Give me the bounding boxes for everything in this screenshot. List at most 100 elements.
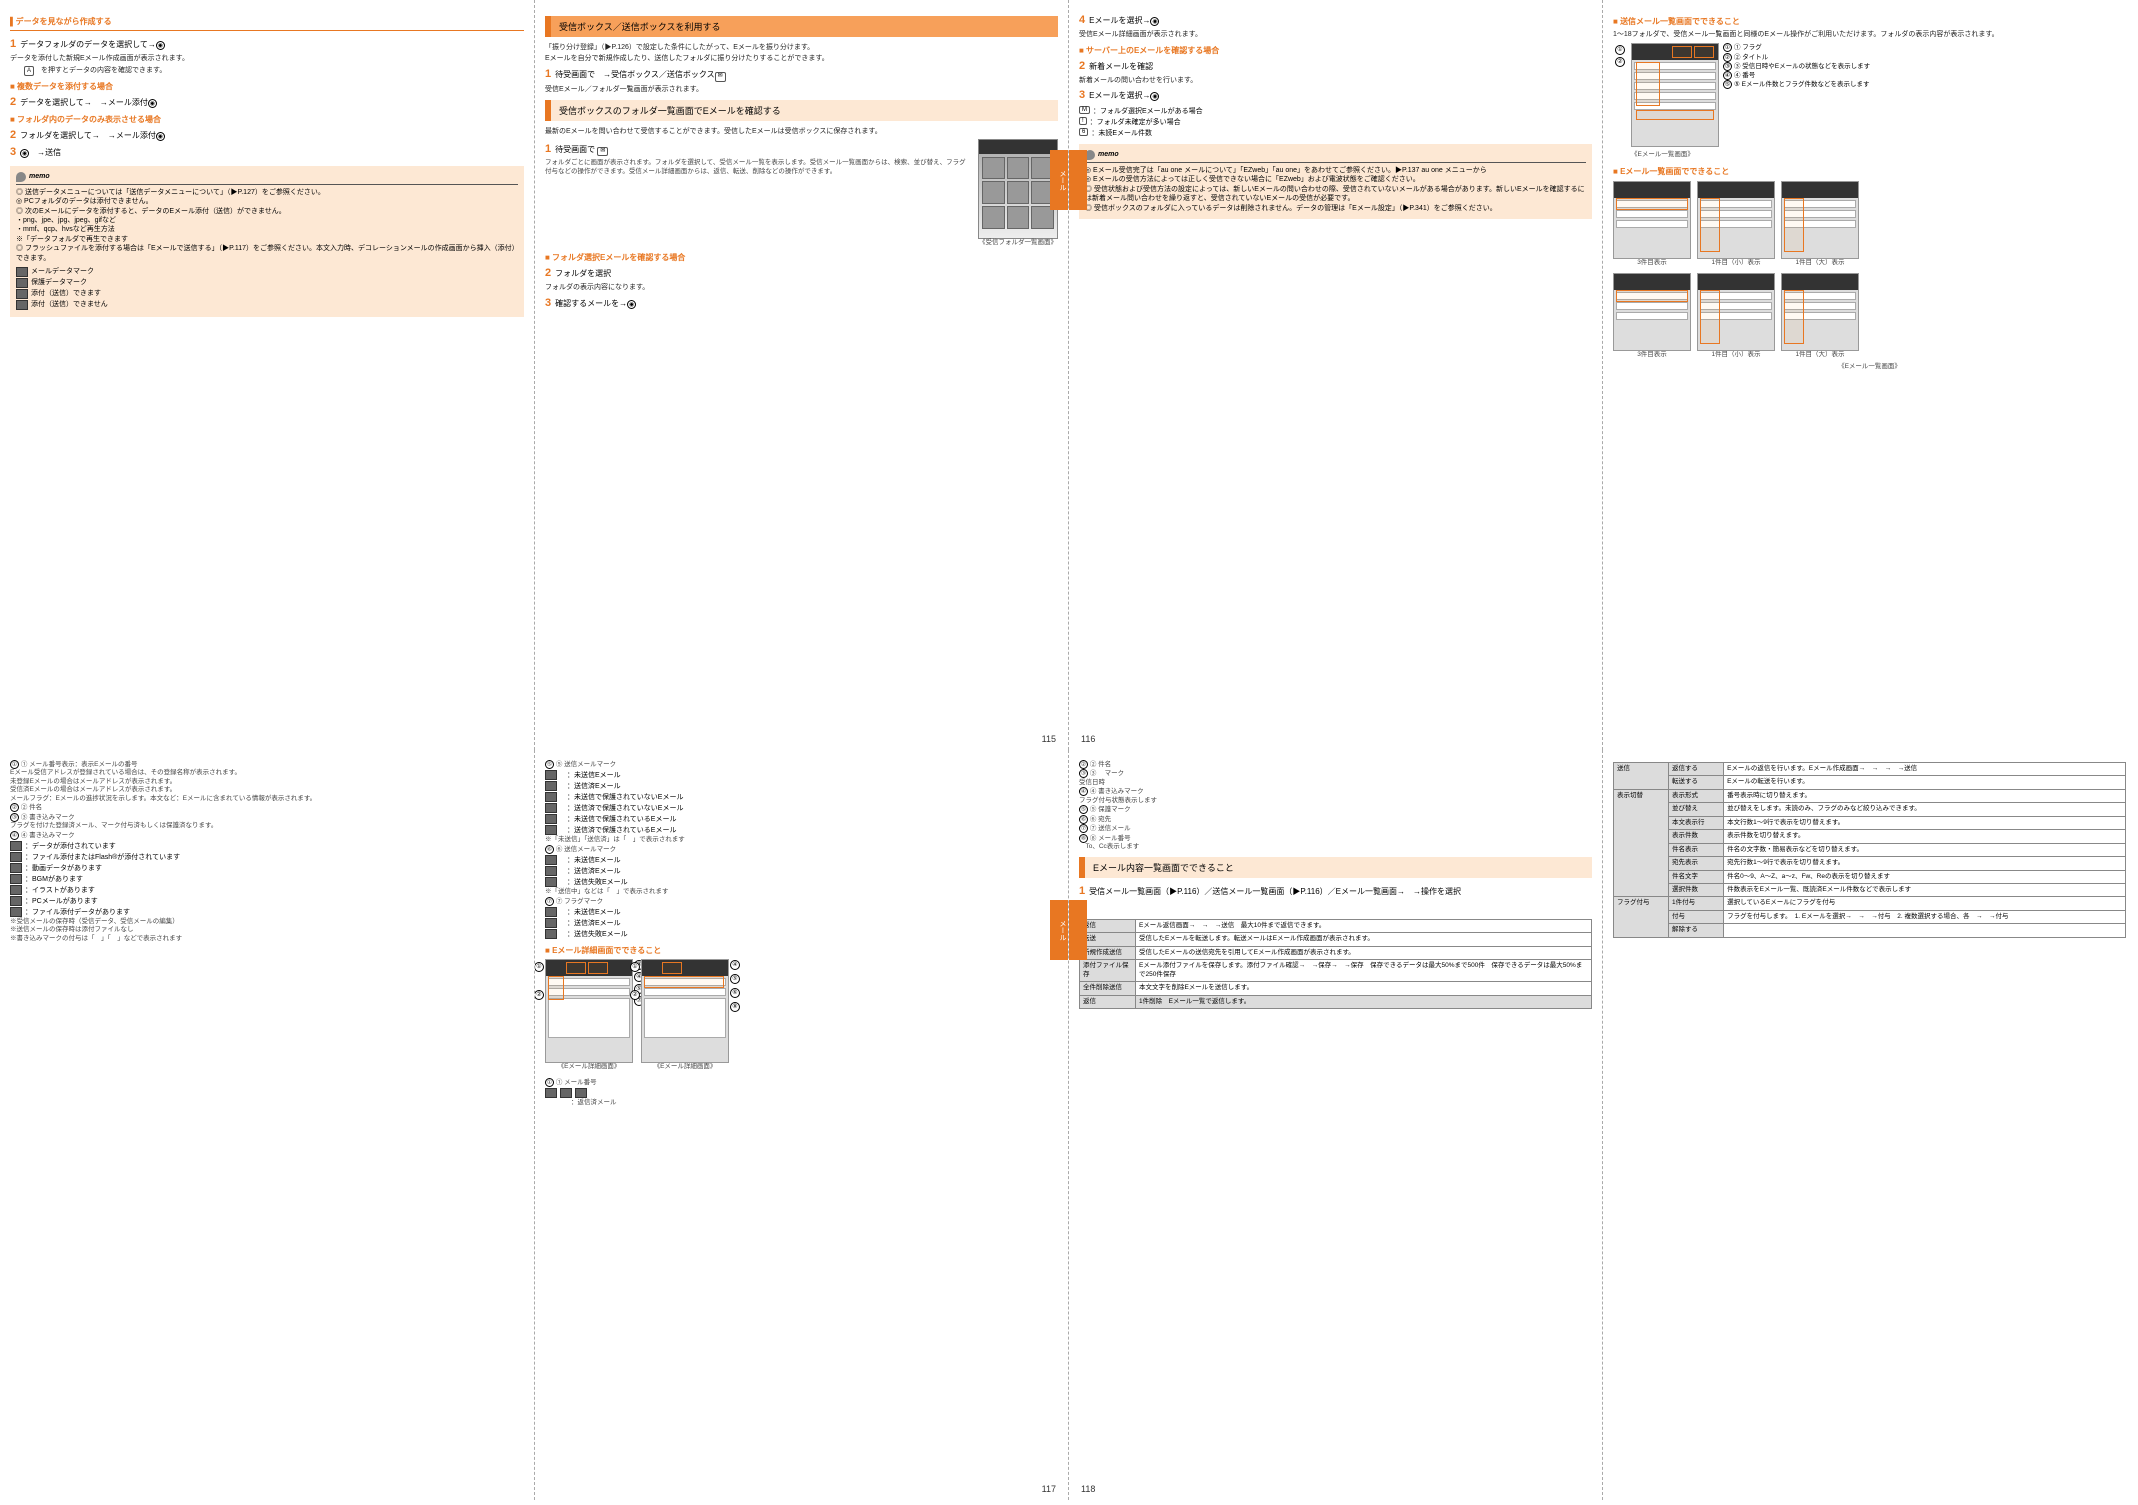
icon-row: ：未送信で保護されていないEメール <box>545 792 1058 802</box>
cell: Eメール返信画面→ → →送信 最大10件まで返信できます。 <box>1135 919 1591 932</box>
txt: ① ① メール番号 <box>545 1078 1058 1087</box>
ok-icon: ◉ <box>627 300 636 309</box>
icon-row: ：未送信で保護されているEメール <box>545 814 1058 824</box>
cell: 受信したEメールの送信宛先を引用してEメール作成画面が表示されます。 <box>1135 946 1591 959</box>
icon-row: ：未送信Eメール <box>545 770 1058 780</box>
ops-table: 返信Eメール返信画面→ → →送信 最大10件まで返信できます。 転送受信したE… <box>1079 919 1592 1009</box>
memo-head: memo <box>16 172 518 185</box>
memo-box: memo ◎ 送信データメニューについては「送信データメニューについて」（▶P.… <box>10 166 524 318</box>
cell: 並び替えをします。未読のみ、フラグのみなど絞り込みできます。 <box>1724 803 2126 816</box>
txt: 「振り分け登録」（▶P.126）で設定した条件にしたがって、Eメールを振り分けま… <box>545 43 1058 52</box>
key-icon: A <box>24 66 34 76</box>
cell: 件名0〜9、A〜Z、a〜z、Fw、Reの表示を切り替えます <box>1724 870 2126 883</box>
cell: 付与 <box>1669 910 1724 923</box>
mail-icon <box>16 267 28 277</box>
icon-row: ：ファイル添付またはFlash®が添付されています <box>10 852 524 862</box>
cell: 宛先行数1〜9行で表示を切り替えます。 <box>1724 857 2126 870</box>
memo-line: ◎ Eメール受信完了は「au one メールについて」「EZweb」「au on… <box>1085 166 1586 175</box>
section-head: 受信ボックス／送信ボックスを利用する <box>545 16 1058 37</box>
mark-icon <box>545 866 557 876</box>
two-shots: ① ② ③ ④ ⑤ ⑦ 《Eメール詳細画面》 ① ② ④ ⑤ ⑥ ⑧ <box>545 959 1058 1071</box>
txt: 最新のEメールを問い合わせて受信することができます。受信したEメールは受信ボック… <box>545 127 1058 136</box>
txt: ：返信済メール <box>545 1099 1058 1107</box>
file-icon <box>10 907 22 917</box>
cell: 送信 <box>1614 763 1669 790</box>
bgm-icon <box>10 874 22 884</box>
cell: 返信 <box>1080 919 1136 932</box>
step: 2フォルダを選択 <box>545 266 1058 280</box>
section-head: Eメール内容一覧画面でできること <box>1079 857 1592 878</box>
ok-icon: ◉ <box>156 132 165 141</box>
cell: 選択件数 <box>1669 883 1724 896</box>
icon-row: ：PCメールがあります <box>10 896 524 906</box>
txt: ⑦ ⑦ 送信メール <box>1079 824 1592 833</box>
folder-icon <box>16 289 28 299</box>
txt: Eメール受信アドレスが登録されている場合は、その登録名称が表示されます。 <box>10 769 524 777</box>
cell: 転送する <box>1669 776 1724 789</box>
page-number: 118 <box>1081 1484 1095 1494</box>
mark-icon <box>545 907 557 917</box>
page-number: 115 <box>1042 734 1056 744</box>
txt: ② ② 件名 <box>10 803 524 812</box>
sub-head: ■ Eメール一覧画面でできること <box>1613 166 2126 177</box>
step: 2 <box>1079 902 1592 916</box>
txt: ③ ③ 書き込みマーク <box>10 813 524 822</box>
cell: 宛先表示 <box>1669 857 1724 870</box>
memo-box: memo ◎ Eメール受信完了は「au one メールについて」「EZweb」「… <box>1079 144 1592 219</box>
cell: 1件削除 Eメール一覧で返信します。 <box>1135 995 1591 1008</box>
txt: ※「未送信」「送信済」は「 」で表示されます <box>545 836 1058 844</box>
screenshot <box>1781 273 1859 351</box>
callout-side: ① ② <box>1613 43 1627 69</box>
cell: 添付ファイル保存 <box>1080 960 1136 982</box>
cell: 返信 <box>1080 995 1136 1008</box>
sub: ■ 複数データを添付する場合 <box>10 81 524 92</box>
caption: 《受信フォルダ一覧画面》 <box>978 239 1058 247</box>
screenshot <box>1631 43 1719 147</box>
mail-icon: M <box>1079 106 1090 114</box>
icon-row: ：未送信Eメール <box>545 855 1058 865</box>
txt: ④ ④ 書き込みマーク <box>1079 787 1592 796</box>
cell: 新規作成送信 <box>1080 946 1136 959</box>
icon-row: ：送信済Eメール <box>545 866 1058 876</box>
txt: フォルダごとに画面が表示されます。フォルダを選択して、受信メール一覧を表示します… <box>545 159 972 176</box>
icon-row: ：送信済Eメール <box>545 781 1058 791</box>
step: 1データフォルダのデータを選択して→◉ <box>10 37 524 51</box>
memo-head: memo <box>1085 150 1586 163</box>
cell: 表示件数を切り替えます。 <box>1724 830 2126 843</box>
txt: 受信Eメール／フォルダ一覧画面が表示されます。 <box>545 85 1058 94</box>
txt: A を押すとデータの内容を確認できます。 <box>10 66 524 76</box>
txt: ② ② 件名 <box>1079 760 1592 769</box>
txt: ④ ④ 書き込みマーク <box>10 831 524 840</box>
ok-icon: ◉ <box>20 149 29 158</box>
icon-row: ：送信済で保護されているEメール <box>545 825 1058 835</box>
step: 3◉ →送信 <box>10 145 524 159</box>
mark-icon <box>545 770 557 780</box>
txt: フラグを付けた登録済メール、マーク付与済もしくは保護済なります。 <box>10 822 524 830</box>
cell: Eメールの返信を行います。Eメール作成画面→ → → →送信 <box>1724 763 2126 776</box>
txt: 受信済Eメールの場合はメールアドレスが表示されます。 <box>10 786 524 794</box>
txt: ⑥ ⑥ 宛先 <box>1079 815 1592 824</box>
txt: ※送信メールの保存時は添付ファイルなし <box>10 926 524 934</box>
triple-shots: 3件目表示 1件目（小）表示 1件目（大）表示 <box>1613 273 2126 359</box>
txt: To、Cc表示します <box>1079 843 1592 851</box>
triple-shots: 3件目表示 1件目（小）表示 1件目（大）表示 <box>1613 181 2126 267</box>
movie-icon <box>10 863 22 873</box>
memo-line: ◎ Eメールの受信方法によっては正しく受信できない場合に「EZweb」および電波… <box>1085 175 1586 184</box>
mark-icon <box>545 803 557 813</box>
sub: ■ フォルダ選択Eメールを確認する場合 <box>545 252 1058 263</box>
cell: フラグ付与 <box>1614 897 1669 937</box>
icon-row: ：送信失敗Eメール <box>545 929 1058 939</box>
lock-icon <box>16 278 28 288</box>
txt: Eメールを自分で新規作成したり、送信したフォルダに振り分けたりすることができます… <box>545 54 1058 63</box>
cell: 全件削除送信 <box>1080 982 1136 995</box>
thumb-tab <box>1069 900 1087 960</box>
cell: 並び替え <box>1669 803 1724 816</box>
icon-row: 添付（送信）できます <box>16 289 518 299</box>
cell: 返信する <box>1669 763 1724 776</box>
ops-table: 送信 返信する Eメールの返信を行います。Eメール作成画面→ → → →送信 転… <box>1613 762 2126 938</box>
icon-row: ：データが添付されています <box>10 841 524 851</box>
caption: 《Eメール一覧画面》 <box>1613 363 2126 371</box>
txt: 受信Eメール詳細画面が表示されます。 <box>1079 30 1592 39</box>
cell: 表示件数 <box>1669 830 1724 843</box>
icon-row <box>545 1088 1058 1098</box>
